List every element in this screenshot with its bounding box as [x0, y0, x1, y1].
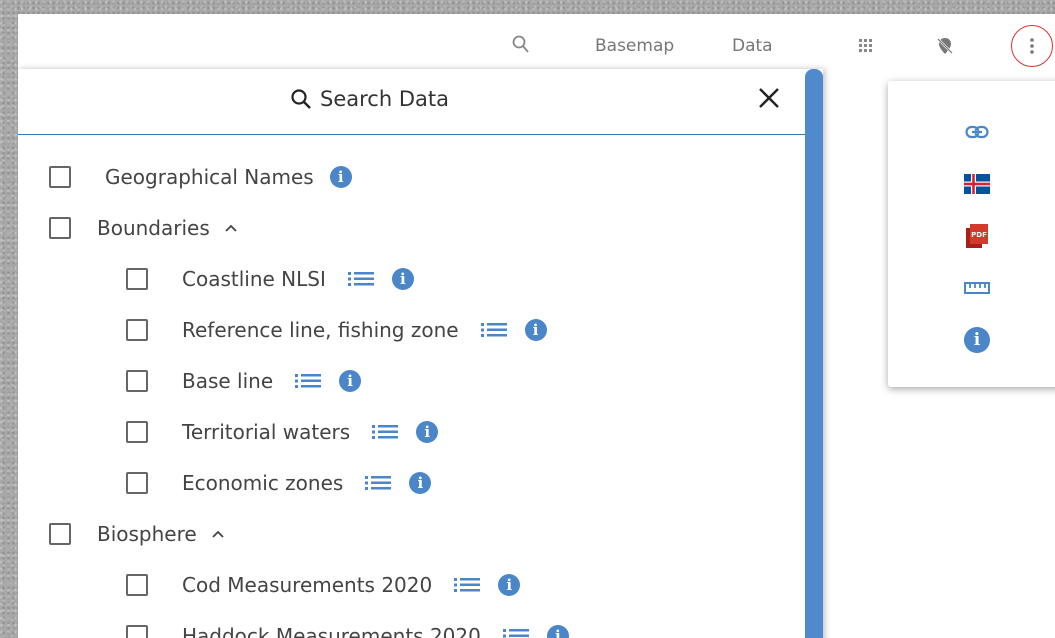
legend-list-icon[interactable]: [454, 577, 481, 593]
more-options-menu: PDF i: [888, 81, 1055, 387]
info-icon[interactable]: i: [416, 421, 439, 443]
checkbox[interactable]: [126, 319, 148, 341]
checkbox[interactable]: [126, 574, 148, 596]
checkbox[interactable]: [49, 523, 71, 545]
scrollbar[interactable]: [805, 69, 823, 638]
layer-label: Cod Measurements 2020: [182, 573, 433, 597]
legend-list-icon[interactable]: [372, 424, 399, 440]
info-icon[interactable]: i: [546, 625, 569, 638]
group-row-boundaries: Boundaries: [49, 216, 238, 240]
legend-list-icon[interactable]: [295, 373, 322, 389]
legend-list-icon[interactable]: [502, 628, 529, 638]
map-app-window: Basemap Data Search Data Geographical Na…: [18, 14, 1055, 638]
checkbox[interactable]: [126, 268, 148, 290]
layer-row: Territorial waters i: [126, 420, 439, 444]
chevron-up-icon[interactable]: [224, 223, 238, 233]
info-icon[interactable]: i: [524, 319, 547, 341]
layer-label: Geographical Names: [105, 165, 314, 189]
layer-row: Reference line, fishing zone i: [126, 318, 547, 342]
pdf-icon[interactable]: PDF: [961, 220, 993, 252]
group-label: Boundaries: [97, 216, 210, 240]
checkbox[interactable]: [49, 166, 71, 188]
group-label: Biosphere: [97, 522, 197, 546]
layer-label: Economic zones: [182, 471, 344, 495]
search-data-button[interactable]: Search Data: [290, 87, 449, 111]
layer-label: Base line: [182, 369, 274, 393]
layer-label: Reference line, fishing zone: [182, 318, 459, 342]
layer-row: Haddock Measurements 2020 i: [126, 624, 569, 638]
info-icon[interactable]: i: [961, 324, 993, 356]
checkbox[interactable]: [126, 421, 148, 443]
layer-row: Base line i: [126, 369, 362, 393]
more-options-button[interactable]: [1011, 25, 1053, 67]
search-data-label: Search Data: [320, 87, 449, 111]
checkbox[interactable]: [126, 472, 148, 494]
info-icon[interactable]: i: [498, 574, 521, 596]
chevron-up-icon[interactable]: [211, 529, 225, 539]
info-icon[interactable]: i: [409, 472, 432, 494]
search-icon: [291, 89, 311, 109]
layer-row: Coastline NLSI i: [126, 267, 414, 291]
svg-text:PDF: PDF: [971, 231, 987, 239]
close-icon[interactable]: [756, 85, 782, 111]
info-icon[interactable]: i: [391, 268, 414, 290]
layer-row: Economic zones i: [126, 471, 432, 495]
data-panel: Search Data Geographical Names i Boundar…: [18, 69, 823, 638]
layer-label: Territorial waters: [182, 420, 351, 444]
search-icon[interactable]: [512, 34, 530, 61]
basemap-button[interactable]: Basemap: [595, 36, 674, 56]
legend-list-icon[interactable]: [480, 322, 507, 338]
legend-list-icon[interactable]: [347, 271, 374, 287]
data-button[interactable]: Data: [732, 36, 773, 56]
group-row-biosphere: Biosphere: [49, 522, 225, 546]
info-badge: i: [964, 327, 990, 353]
iceland-flag-icon[interactable]: [961, 168, 993, 200]
link-icon[interactable]: [961, 116, 993, 148]
grid-icon[interactable]: [859, 39, 873, 58]
layer-row-geographical-names: Geographical Names i: [49, 165, 352, 189]
checkbox[interactable]: [49, 217, 71, 239]
layer-label: Coastline NLSI: [182, 267, 326, 291]
location-off-icon[interactable]: [935, 36, 955, 61]
checkbox[interactable]: [126, 625, 148, 638]
ruler-icon[interactable]: [961, 272, 993, 304]
more-vert-icon: [1030, 38, 1034, 54]
search-header: Search Data: [18, 69, 805, 135]
layer-label: Haddock Measurements 2020: [182, 624, 481, 638]
layer-row: Cod Measurements 2020 i: [126, 573, 521, 597]
info-icon[interactable]: i: [329, 166, 352, 188]
info-icon[interactable]: i: [339, 370, 362, 392]
checkbox[interactable]: [126, 370, 148, 392]
legend-list-icon[interactable]: [365, 475, 392, 491]
